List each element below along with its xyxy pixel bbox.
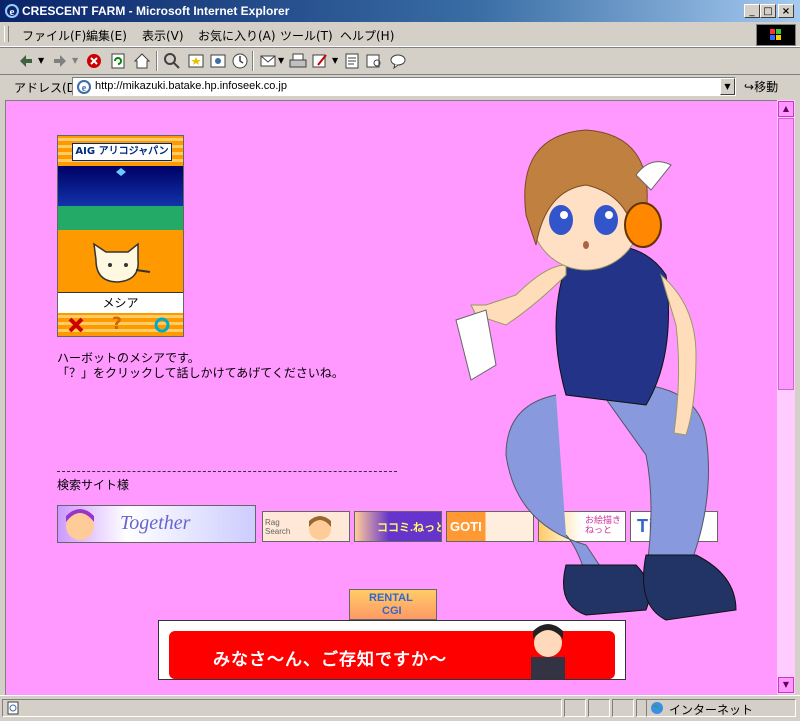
- rental-cgi-line2: CGI: [382, 605, 402, 617]
- harbot-field: [58, 206, 183, 230]
- anime-face-icon: [309, 516, 331, 540]
- edit-dropdown-icon[interactable]: ▼: [332, 56, 338, 65]
- scroll-down-icon[interactable]: ▼: [778, 677, 794, 693]
- menu-favorites[interactable]: お気に入り(A): [198, 27, 276, 44]
- diamond-icon: [116, 168, 126, 176]
- close-icon[interactable]: [68, 317, 84, 333]
- talk-icon[interactable]: [154, 317, 170, 333]
- mail-dropdown-icon[interactable]: ▼: [278, 56, 284, 65]
- zone-label: インターネット: [669, 703, 754, 717]
- toolbar: ▼ ▼ ▼ ▼: [0, 47, 800, 75]
- vertical-scrollbar[interactable]: ▲ ▼: [777, 100, 795, 694]
- banner-together[interactable]: Together: [57, 505, 256, 543]
- divider: [57, 471, 397, 472]
- ad-text: みなさ～ん、ご存知ですか～: [213, 650, 447, 670]
- menu-grip: [4, 26, 9, 42]
- stop-icon[interactable]: [84, 51, 104, 71]
- help-icon[interactable]: ?: [112, 314, 122, 334]
- harbot-controls: ?: [58, 313, 183, 336]
- address-label: アドレス(D): [14, 81, 81, 95]
- menu-view[interactable]: 表示(V): [142, 27, 184, 44]
- menu-file[interactable]: ファイル(F): [22, 27, 86, 44]
- messenger-icon[interactable]: [388, 51, 408, 71]
- status-field-2: [588, 699, 610, 717]
- research-icon[interactable]: [364, 51, 384, 71]
- banner-together-label: Together: [120, 512, 191, 534]
- harbot-sky: [58, 166, 183, 206]
- ad-banner[interactable]: みなさ～ん、ご存知ですか～: [158, 620, 626, 680]
- address-url: http://mikazuki.batake.hp.infoseek.co.jp: [95, 80, 287, 92]
- address-bar: アドレス(D) e http://mikazuki.batake.hp.info…: [0, 74, 800, 99]
- status-bar: インターネット: [0, 695, 800, 721]
- search-icon[interactable]: [162, 51, 182, 71]
- scroll-up-icon[interactable]: ▲: [778, 101, 794, 117]
- home-icon[interactable]: [132, 51, 152, 71]
- rental-cgi-banner[interactable]: RENTAL CGI: [349, 589, 437, 620]
- page-done-icon: [7, 701, 19, 715]
- window-title: CRESCENT FARM - Microsoft Internet Explo…: [22, 4, 290, 18]
- favorites-icon[interactable]: [186, 51, 206, 71]
- ie-icon: e: [5, 4, 19, 18]
- forward-icon[interactable]: [50, 51, 70, 71]
- harbot-cat-icon[interactable]: [88, 240, 158, 290]
- menu-help[interactable]: ヘルプ(H): [340, 27, 394, 44]
- status-main: [2, 699, 562, 717]
- banner-kokomi-label: ココミ.ねっと: [377, 522, 442, 534]
- mail-icon[interactable]: [258, 51, 278, 71]
- back-icon[interactable]: [16, 51, 36, 71]
- title-bar: e CRESCENT FARM - Microsoft Internet Exp…: [0, 0, 800, 22]
- edit-icon[interactable]: [310, 51, 330, 71]
- discuss-icon[interactable]: [342, 51, 362, 71]
- status-zone: インターネット: [646, 699, 796, 717]
- globe-icon: [651, 702, 663, 714]
- svg-text:e: e: [82, 83, 87, 94]
- harbot-name: メシア: [58, 292, 183, 313]
- status-field-3: [612, 699, 634, 717]
- banner-rag-label: Rag Search: [265, 518, 291, 536]
- refresh-icon[interactable]: [108, 51, 128, 71]
- windows-logo: [756, 24, 796, 46]
- intro-line-2: 「？」をクリックして話しかけてあげてくださいね。: [57, 366, 344, 380]
- search-sites-label: 検索サイト様: [57, 478, 130, 492]
- ad-woman-photo: [531, 624, 565, 679]
- go-button[interactable]: ↪移動: [744, 78, 778, 95]
- maximize-button[interactable]: □: [760, 4, 776, 18]
- address-dropdown-icon[interactable]: ▼: [720, 78, 735, 95]
- go-label: 移動: [754, 80, 779, 94]
- anime-character-illustration: [455, 129, 737, 621]
- harbot-header: AIG アリコジャパン: [58, 136, 183, 166]
- svg-text:e: e: [10, 6, 15, 18]
- menu-bar: ファイル(F) 編集(E) 表示(V) お気に入り(A) ツール(T) ヘルプ(…: [0, 22, 800, 47]
- anime-girl-icon: [66, 509, 94, 540]
- banner-kokomi[interactable]: ココミ.ねっと: [354, 511, 442, 542]
- harbot-widget: AIG アリコジャパン メシア ?: [57, 135, 184, 337]
- back-dropdown-icon[interactable]: ▼: [38, 56, 44, 65]
- close-button[interactable]: ×: [778, 4, 794, 18]
- banner-rag-search[interactable]: Rag Search: [262, 511, 350, 542]
- address-input[interactable]: e http://mikazuki.batake.hp.infoseek.co.…: [72, 77, 736, 96]
- page-icon: e: [77, 80, 91, 94]
- harbot-ground: [58, 230, 183, 292]
- windows-flag-icon: [770, 29, 781, 40]
- print-icon[interactable]: [288, 51, 308, 71]
- forward-dropdown-icon[interactable]: ▼: [72, 56, 78, 65]
- media-icon[interactable]: [208, 51, 228, 71]
- menu-tools[interactable]: ツール(T): [280, 27, 333, 44]
- status-field-1: [564, 699, 586, 717]
- page-content: AIG アリコジャパン メシア ? ハーボットのメシアです。 「？」をクリックし…: [5, 100, 778, 695]
- scroll-thumb[interactable]: [778, 118, 794, 390]
- harbot-header-label: AIG アリコジャパン: [72, 143, 172, 161]
- ad-banner-red-panel: みなさ～ん、ご存知ですか～: [169, 624, 615, 679]
- history-icon[interactable]: [230, 51, 250, 71]
- menu-edit[interactable]: 編集(E): [86, 27, 127, 44]
- rental-cgi-line1: RENTAL: [369, 592, 413, 604]
- minimize-button[interactable]: _: [744, 4, 760, 18]
- go-arrow-icon: ↪: [744, 80, 755, 94]
